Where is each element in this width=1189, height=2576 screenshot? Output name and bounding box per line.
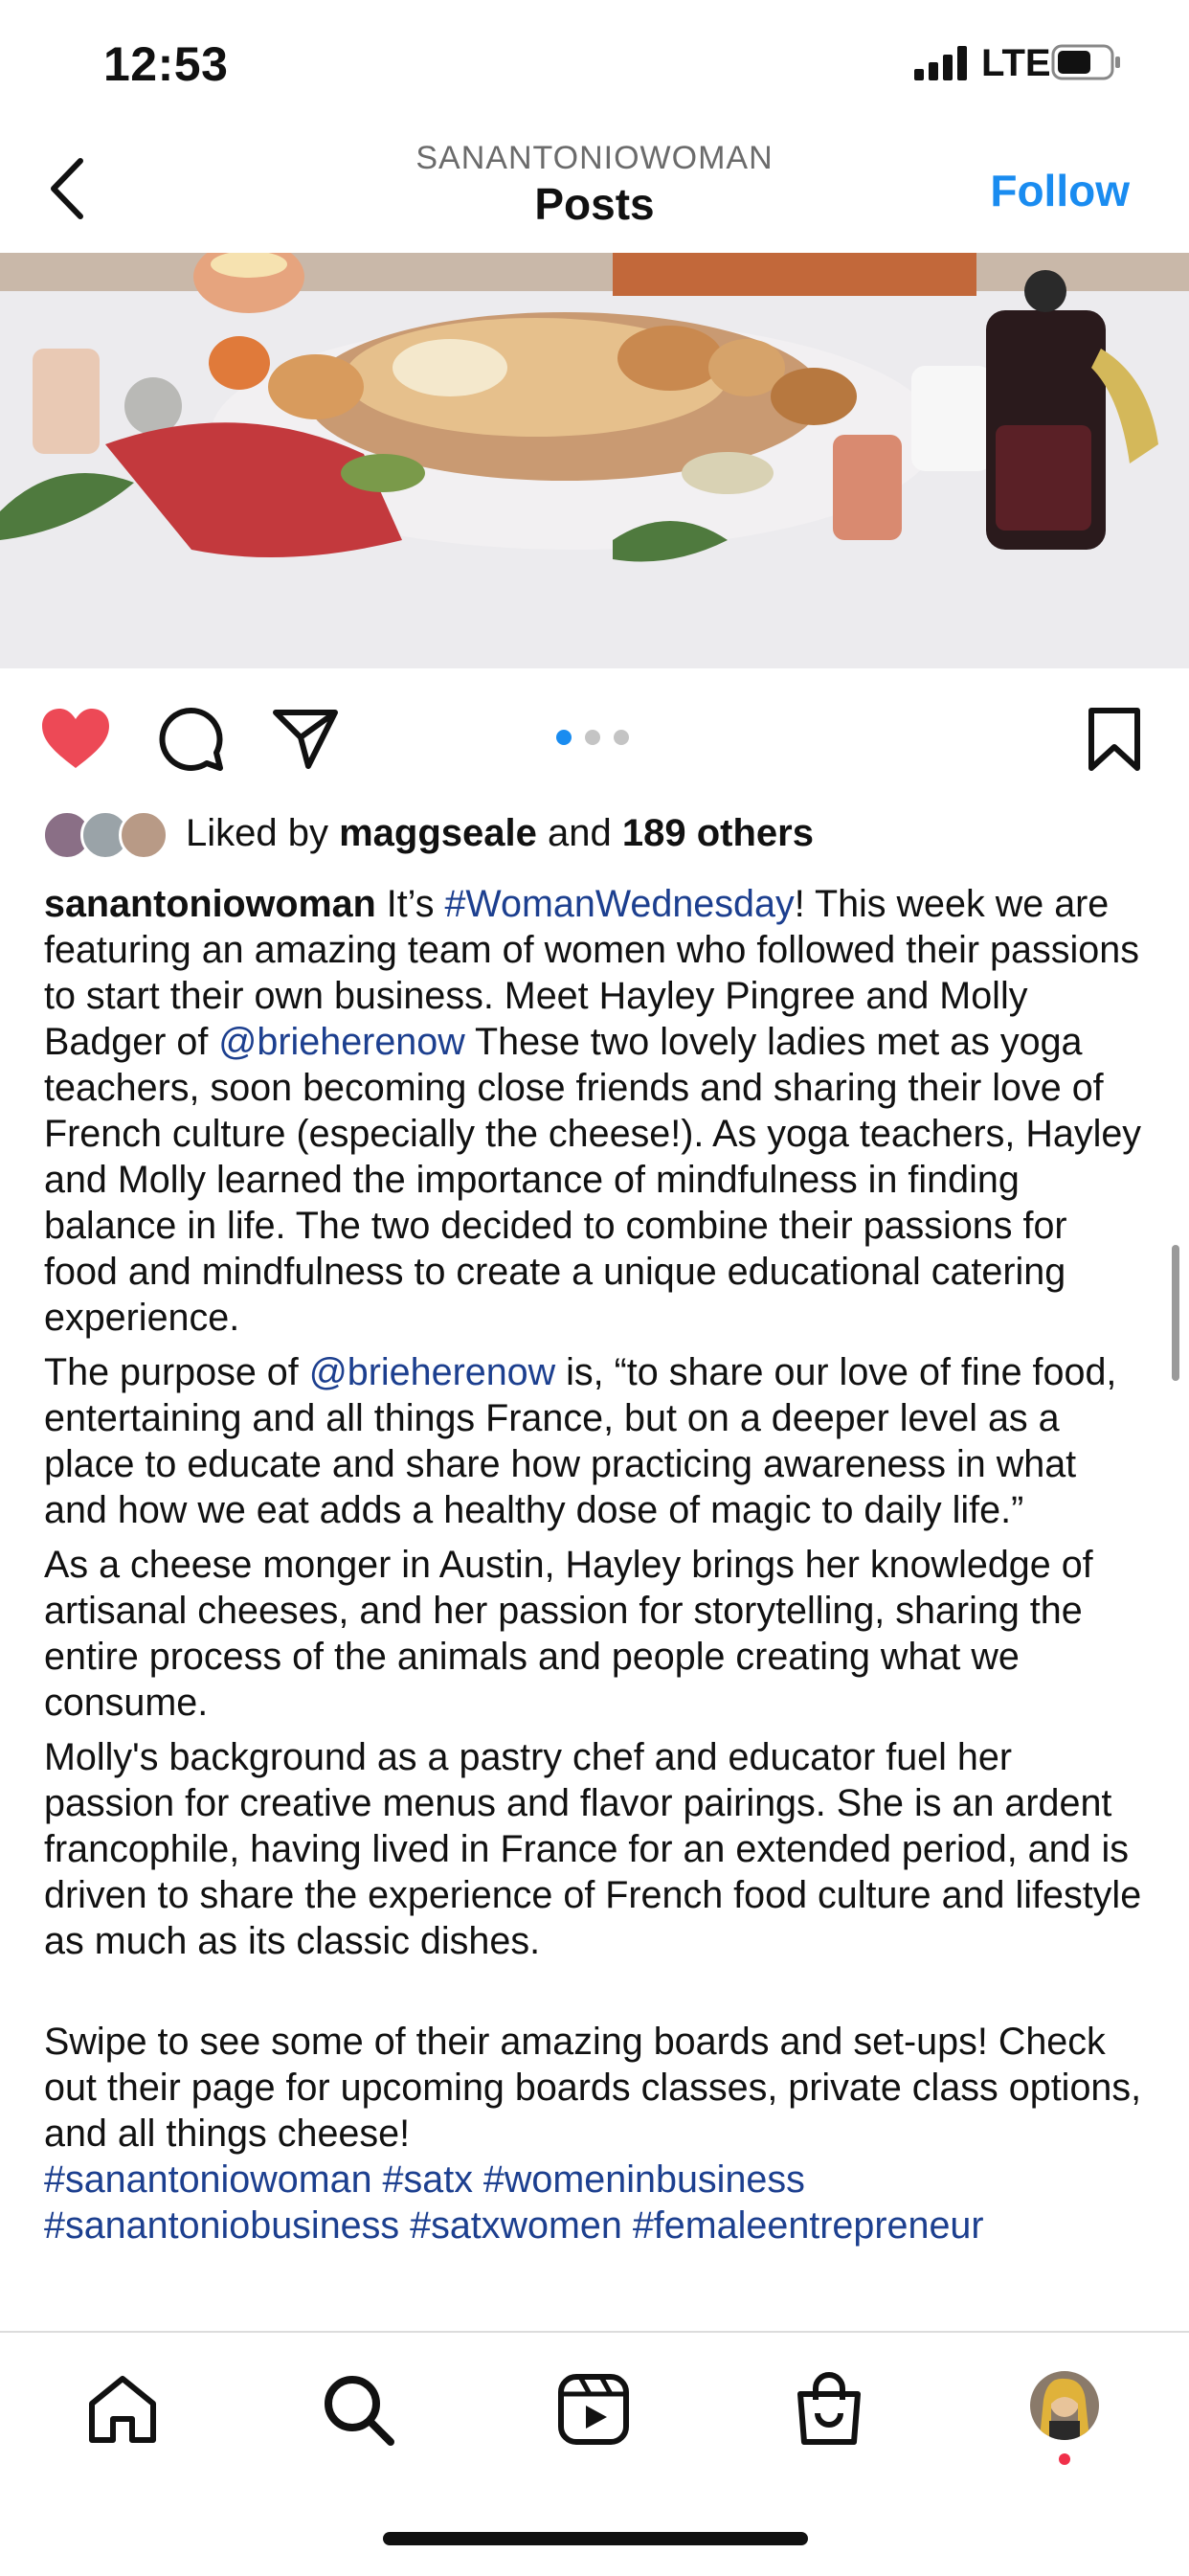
caption-username[interactable]: sanantoniowoman <box>44 883 376 925</box>
profile-avatar-image <box>1030 2371 1099 2440</box>
scrollbar[interactable] <box>1172 1245 1179 1381</box>
likes-joiner: and <box>548 812 612 854</box>
caption-paragraph: The purpose of @brieherenow is, “to shar… <box>44 1349 1145 1533</box>
carousel-dot-active <box>556 730 572 745</box>
bookmark-icon[interactable] <box>1086 707 1143 772</box>
carousel-dot <box>614 730 629 745</box>
mention-link[interactable]: @brieherenow <box>309 1351 555 1393</box>
network-label: LTE <box>981 42 1051 84</box>
status-time: 12:53 <box>103 37 229 91</box>
comment-icon[interactable] <box>157 705 224 772</box>
likes-count[interactable]: 189 others <box>622 812 814 854</box>
likes-text[interactable]: Liked by maggseale and 189 others <box>186 812 814 855</box>
mention-link[interactable]: @brieherenow <box>218 1021 464 1063</box>
caption-paragraph: Molly's background as a pastry chef and … <box>44 1736 1142 1962</box>
profile-avatar[interactable] <box>1030 2371 1099 2440</box>
caption-paragraph: sanantoniowoman It’s #WomanWednesday! Th… <box>44 881 1145 1341</box>
hashtag-link[interactable]: #WomanWednesday <box>444 883 794 925</box>
caption-paragraph: Swipe to see some of their amazing board… <box>44 2021 1142 2155</box>
liker-username[interactable]: maggseale <box>339 812 537 854</box>
caption-text: It’s <box>375 883 445 925</box>
caption-text: The purpose of <box>44 1351 309 1393</box>
hashtags-line[interactable]: #sanantoniobusiness #satxwomen #femaleen… <box>44 2203 1145 2248</box>
search-icon[interactable] <box>320 2371 396 2448</box>
reels-icon[interactable] <box>555 2371 632 2448</box>
home-indicator[interactable] <box>383 2532 808 2545</box>
caption-text: These two lovely ladies met as yoga teac… <box>44 1021 1142 1339</box>
heart-icon[interactable] <box>40 707 111 770</box>
home-icon[interactable] <box>84 2371 161 2448</box>
carousel-dot <box>585 730 600 745</box>
caption-paragraph: As a cheese monger in Austin, Hayley bri… <box>44 1544 1093 1724</box>
hashtags-line[interactable]: #sanantoniowoman #satx #womeninbusiness <box>44 2157 1145 2203</box>
battery-icon <box>1051 44 1120 80</box>
likes-prefix: Liked by <box>186 812 328 854</box>
notification-dot <box>1059 2453 1070 2465</box>
post-image[interactable] <box>0 253 1189 668</box>
liker-avatar <box>119 810 168 860</box>
signal-icon <box>914 46 967 80</box>
post-caption: sanantoniowoman It’s #WomanWednesday! Th… <box>44 881 1145 2248</box>
status-bar: 12:53 LTE <box>0 0 1189 124</box>
header: SANANTONIOWOMAN Posts Follow <box>0 124 1189 253</box>
likes-row[interactable]: Liked by maggseale and 189 others <box>42 804 1153 871</box>
follow-button[interactable]: Follow <box>990 165 1130 216</box>
shop-icon[interactable] <box>791 2371 867 2448</box>
paper-plane-icon[interactable] <box>272 707 339 770</box>
carousel-indicator <box>556 730 633 745</box>
food-board-photo <box>0 253 1189 668</box>
